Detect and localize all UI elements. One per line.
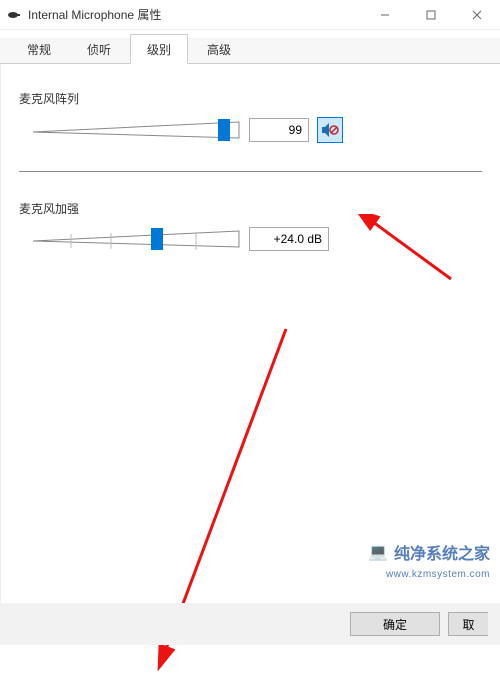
- watermark: 💻 纯净系统之家: [368, 540, 490, 564]
- tab-levels[interactable]: 级别: [130, 34, 188, 64]
- mic-array-slider[interactable]: [31, 118, 241, 142]
- boost-value[interactable]: +24.0 dB: [249, 227, 329, 251]
- boost-row: +24.0 dB: [31, 227, 490, 251]
- watermark-url: www.kzmsystem.com: [386, 569, 490, 580]
- minimize-button[interactable]: [362, 0, 408, 29]
- mic-array-row: 99: [31, 117, 490, 143]
- caption-buttons: [362, 0, 500, 29]
- divider: [19, 171, 482, 172]
- close-button[interactable]: [454, 0, 500, 29]
- slider-thumb[interactable]: [151, 228, 163, 250]
- boost-label: 麦克风加强: [19, 200, 490, 217]
- dialog-buttons: 确定 取: [0, 603, 500, 645]
- titlebar: Internal Microphone 属性: [0, 0, 500, 30]
- tab-general[interactable]: 常规: [10, 34, 68, 64]
- annotation-arrow-mute: [291, 214, 461, 294]
- tab-bar: 常规 侦听 级别 高级: [0, 30, 500, 64]
- window-title: Internal Microphone 属性: [28, 6, 362, 23]
- cancel-button[interactable]: 取: [448, 612, 488, 636]
- levels-panel: 麦克风阵列 99 麦克风加强: [0, 64, 500, 604]
- maximize-button[interactable]: [408, 0, 454, 29]
- mic-array-label: 麦克风阵列: [19, 90, 490, 107]
- tab-listen[interactable]: 侦听: [70, 34, 128, 64]
- slider-thumb[interactable]: [218, 119, 230, 141]
- mic-icon: [6, 7, 22, 23]
- mic-array-value[interactable]: 99: [249, 118, 309, 142]
- mute-button[interactable]: [317, 117, 343, 143]
- boost-slider[interactable]: [31, 227, 241, 251]
- speaker-muted-icon: [321, 121, 339, 139]
- tab-advanced[interactable]: 高级: [190, 34, 248, 64]
- ok-button[interactable]: 确定: [350, 612, 440, 636]
